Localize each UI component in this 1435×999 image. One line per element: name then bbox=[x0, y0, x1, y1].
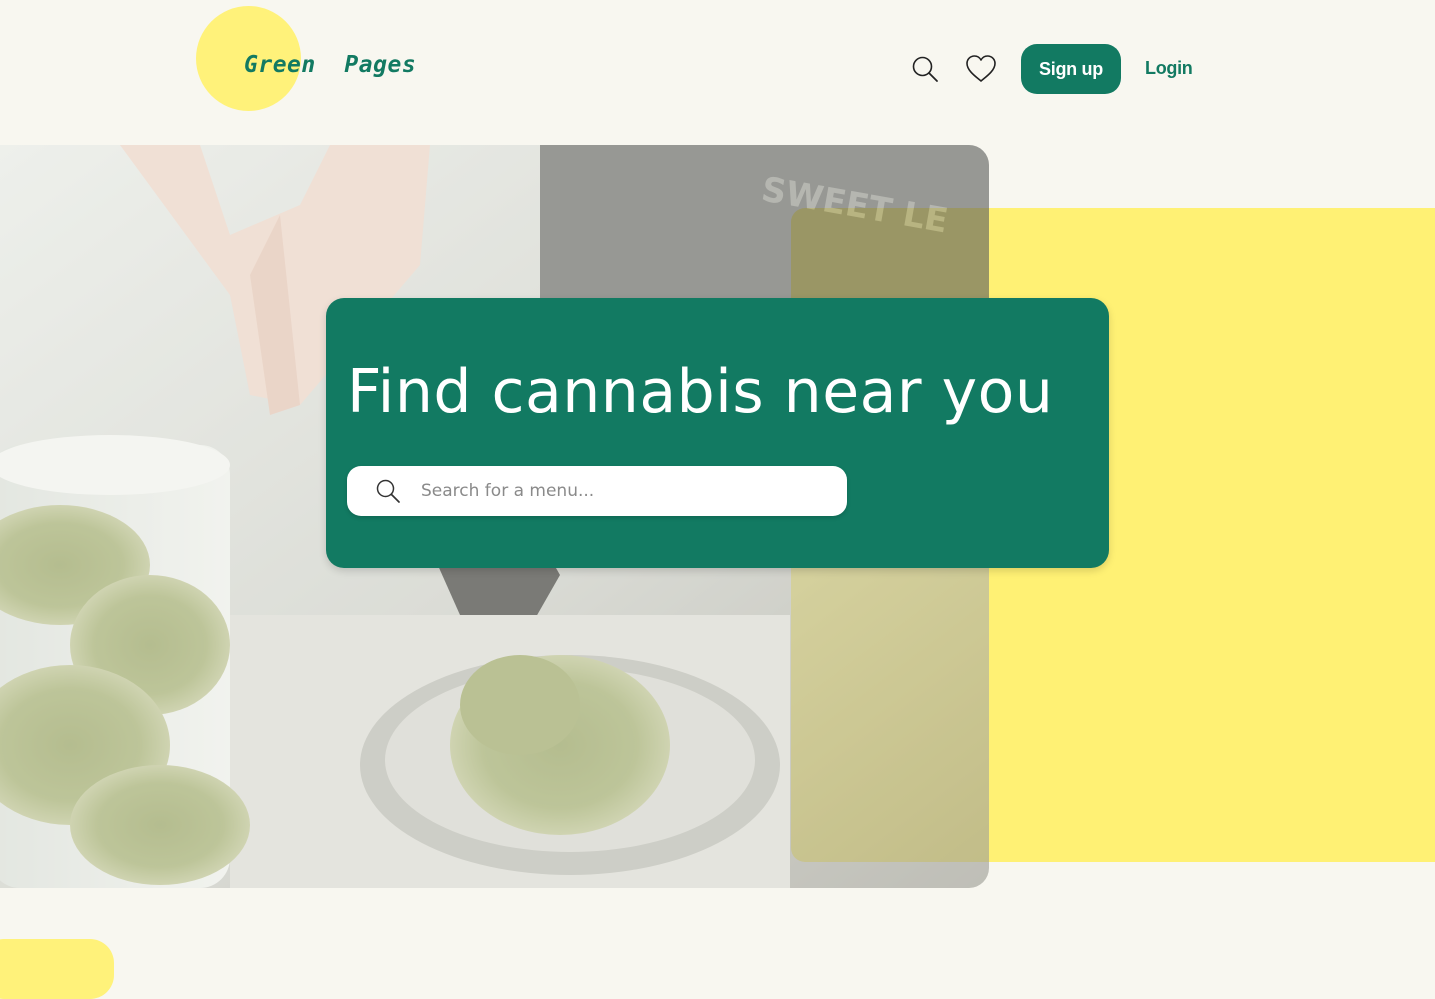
heart-icon[interactable] bbox=[965, 54, 997, 84]
hero-search-card: Find cannabis near you bbox=[326, 298, 1109, 568]
search-box[interactable] bbox=[347, 466, 847, 516]
menu-search-input[interactable] bbox=[421, 466, 821, 516]
logo[interactable]: Green Pages bbox=[244, 52, 416, 78]
signup-button[interactable]: Sign up bbox=[1021, 44, 1121, 94]
hero-title: Find cannabis near you bbox=[347, 357, 1054, 427]
search-icon bbox=[375, 478, 401, 504]
decorative-yellow-shape bbox=[0, 939, 114, 999]
login-link[interactable]: Login bbox=[1145, 58, 1193, 79]
search-icon[interactable] bbox=[910, 54, 940, 84]
